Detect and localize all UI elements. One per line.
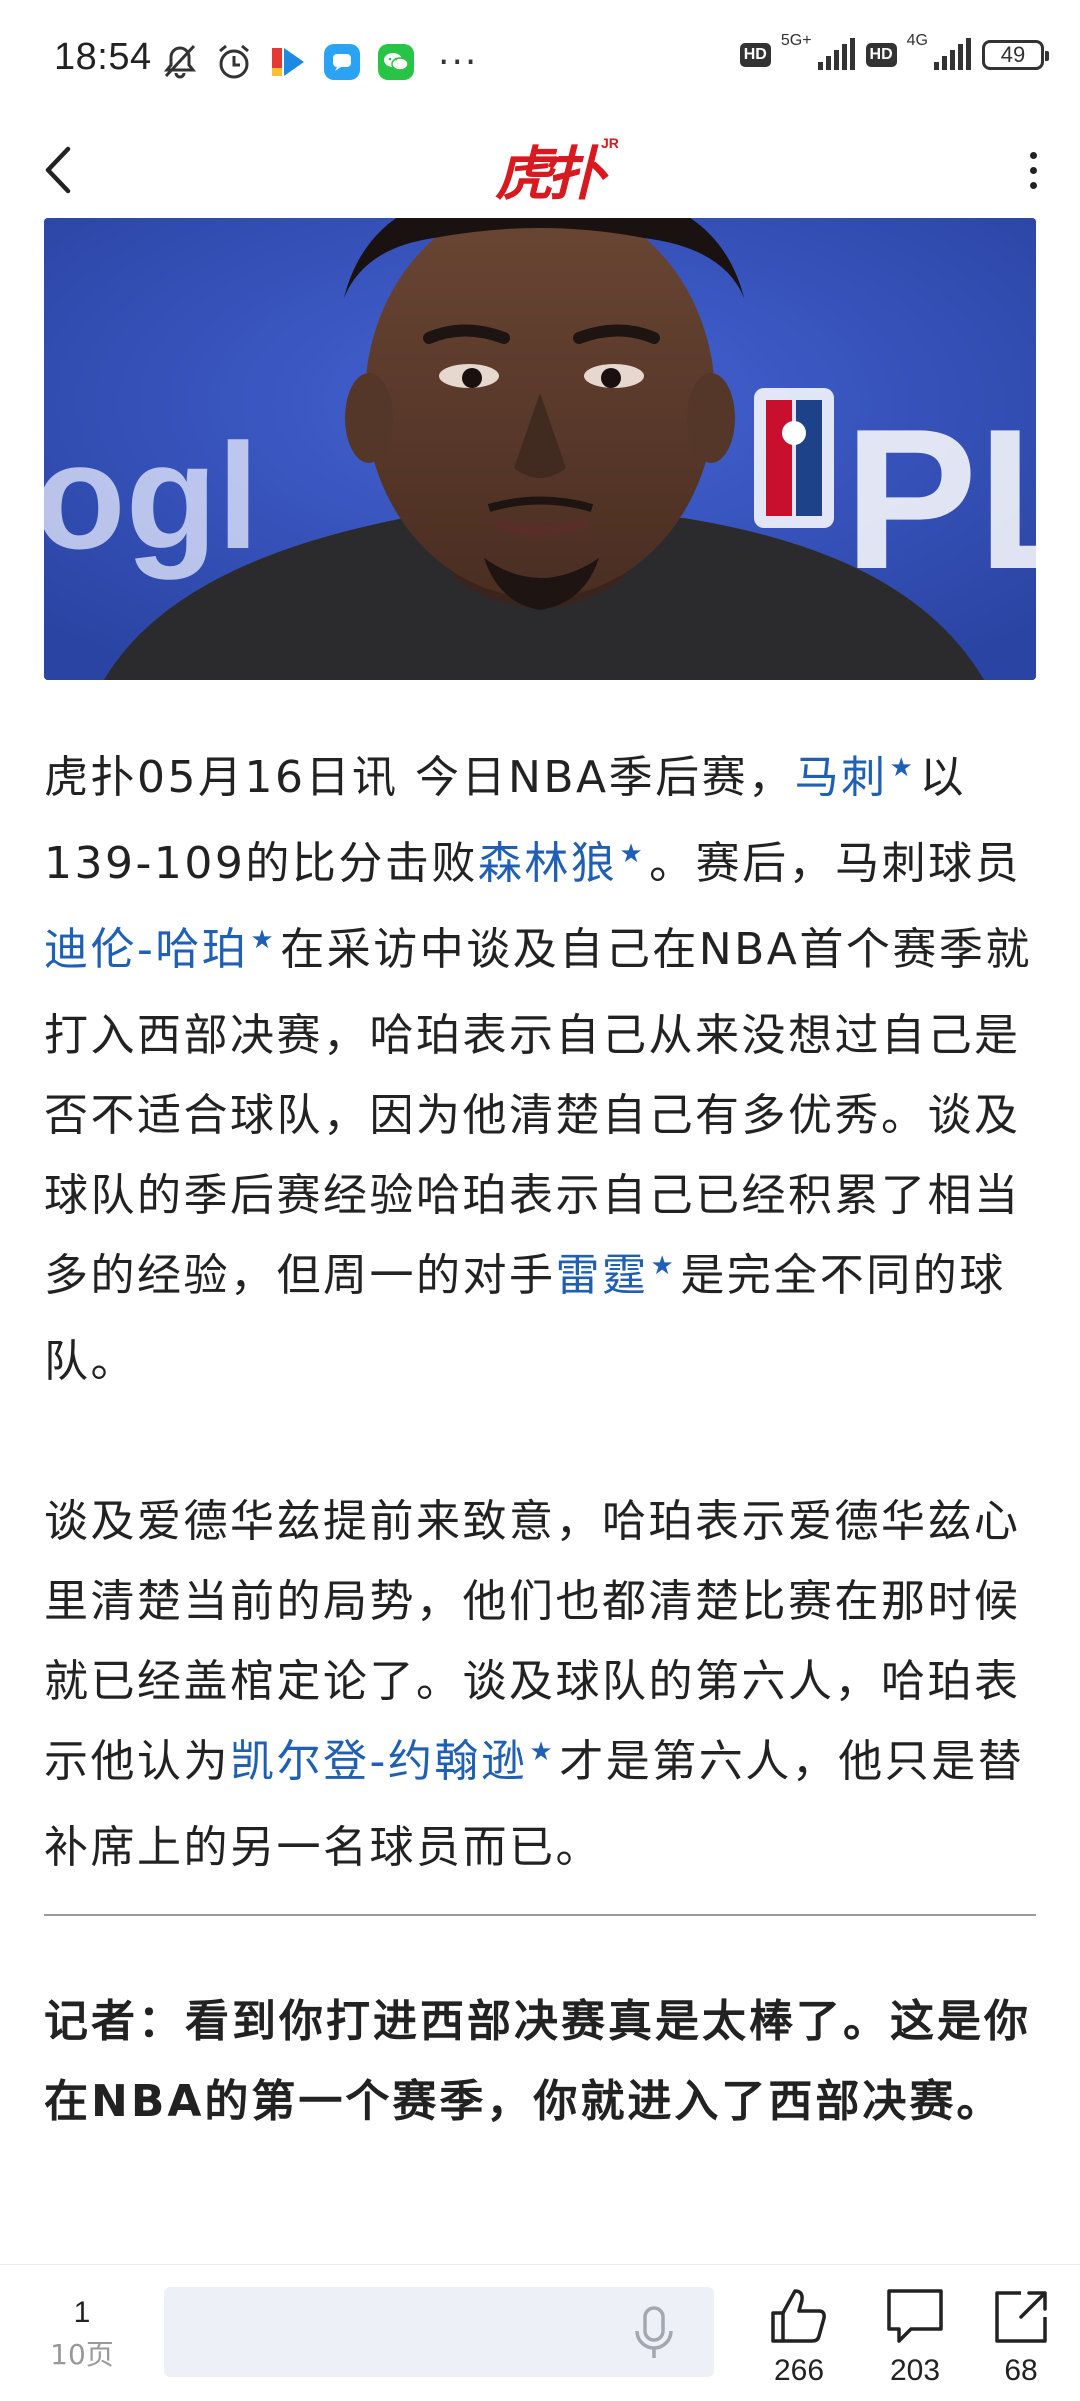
thumbs-up-icon	[764, 2285, 834, 2347]
signal-icon-2	[934, 38, 971, 70]
more-menu-button[interactable]	[1008, 136, 1058, 204]
star-icon: ★	[619, 839, 646, 869]
mute-icon	[160, 42, 200, 82]
article-text: 虎扑05月16日讯 今日NBA季后赛，	[44, 752, 795, 803]
comment-count: 203	[889, 2354, 941, 2387]
dot-icon	[1029, 166, 1037, 174]
page-total: 10页	[50, 2338, 114, 2371]
video-app-icon	[268, 42, 308, 82]
share-icon	[986, 2285, 1056, 2347]
wechat-icon	[376, 42, 416, 82]
chat-app-icon	[322, 42, 362, 82]
nav-bar: 虎扑 JR	[0, 120, 1080, 220]
hupu-logo: 虎扑 JR	[495, 124, 619, 214]
comment-input[interactable]	[164, 2287, 714, 2377]
entity-link[interactable]: 森林狼	[478, 838, 618, 889]
network-label-1: 5G+	[780, 32, 812, 49]
article-body: 虎扑05月16日讯 今日NBA季后赛，马刺★以139-109的比分击败森林狼★。…	[44, 738, 1042, 1888]
dot-icon	[1029, 151, 1037, 159]
chevron-left-icon	[45, 146, 71, 194]
status-bar: 18:54 ··· HD 5G+ HD 4G 49	[0, 0, 1080, 120]
battery-icon: 49	[982, 40, 1049, 70]
page-current: 1	[73, 2296, 91, 2329]
status-time: 18:54	[54, 36, 152, 78]
status-right: HD 5G+ HD 4G 49	[739, 32, 1049, 72]
entity-link[interactable]: 迪伦-哈珀	[44, 924, 248, 975]
interview-question: 记者：看到你打进西部决赛真是太棒了。这是你在NBA的第一个赛季，你就进入了西部决…	[44, 1996, 1031, 2127]
entity-link[interactable]: 雷霆	[556, 1250, 649, 1301]
page-indicator[interactable]: 1 10页	[40, 2295, 124, 2379]
network-label-2: 4G	[906, 32, 928, 49]
article-text: 在采访中谈及自己在NBA首个赛季就打入西部决赛，哈珀表示自己从来没想过自己是否不…	[44, 924, 1032, 1301]
hd-badge-2: HD	[865, 43, 897, 67]
star-icon: ★	[250, 925, 277, 955]
comment-bubble-icon	[880, 2285, 950, 2347]
logo-text: 虎扑	[495, 140, 605, 208]
status-icons: ···	[160, 38, 478, 86]
player-photo-illustration: ogl PL	[44, 218, 1036, 680]
alarm-icon	[214, 42, 254, 82]
logo-superscript: JR	[601, 135, 619, 151]
back-button[interactable]	[30, 142, 86, 198]
star-icon: ★	[889, 753, 916, 783]
svg-text:ogl: ogl	[44, 412, 259, 580]
entity-link[interactable]: 凯尔登-约翰逊	[230, 1736, 527, 1787]
bottom-toolbar: 1 10页 266 203 68	[0, 2264, 1080, 2401]
more-notifications-icon: ···	[438, 41, 479, 83]
like-count: 266	[773, 2354, 825, 2387]
article-text: 。赛后，马刺球员	[649, 838, 1022, 889]
article-paragraph-1: 虎扑05月16日讯 今日NBA季后赛，马刺★以139-109的比分击败森林狼★。…	[44, 738, 1042, 1402]
share-count: 68	[1004, 2354, 1038, 2387]
dot-icon	[1029, 181, 1037, 189]
article-photo[interactable]: ogl PL	[44, 218, 1036, 680]
article-paragraph-2: 谈及爱德华兹提前来致意，哈珀表示爱德华兹心里清楚当前的局势，他们也都清楚比赛在那…	[44, 1482, 1042, 1888]
entity-link[interactable]: 马刺	[795, 752, 888, 803]
share-button[interactable]: 68	[976, 2285, 1066, 2391]
signal-icon	[817, 38, 855, 70]
hd-badge: HD	[739, 43, 771, 67]
section-divider	[44, 1914, 1036, 1916]
star-icon: ★	[529, 1737, 556, 1767]
like-button[interactable]: 266	[754, 2285, 844, 2391]
comments-button[interactable]: 203	[870, 2285, 960, 2391]
microphone-icon[interactable]	[624, 2303, 684, 2363]
star-icon: ★	[650, 1251, 677, 1281]
